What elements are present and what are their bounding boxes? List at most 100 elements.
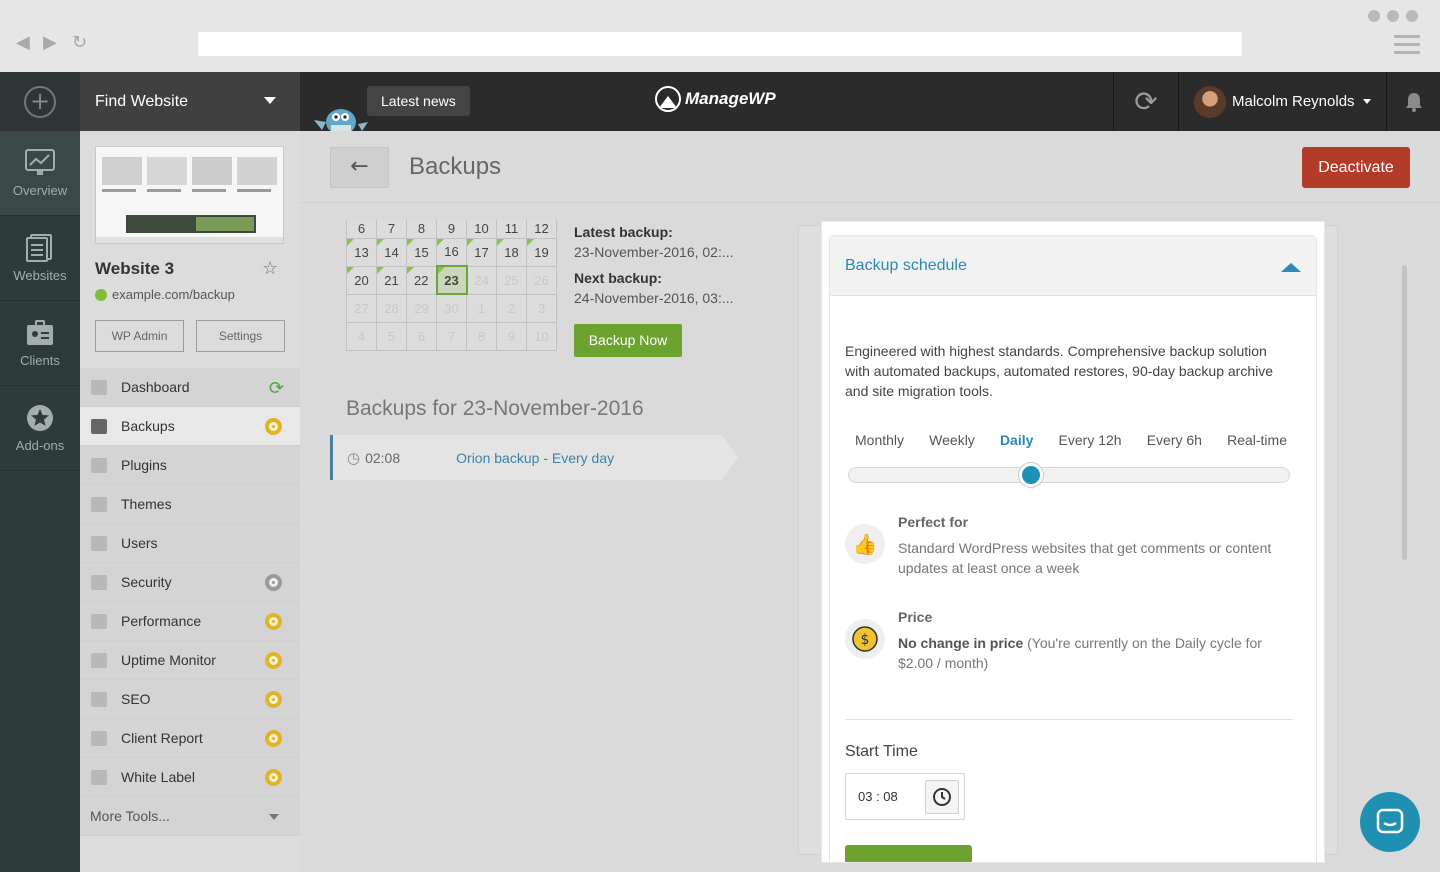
- backup-schedule-header[interactable]: Backup schedule: [830, 236, 1316, 296]
- calendar-day[interactable]: 10: [466, 220, 497, 239]
- site-thumbnail[interactable]: [95, 146, 284, 244]
- calendar-day: 28: [376, 293, 407, 323]
- chevron-down-icon: [269, 814, 279, 820]
- rail-item-overview[interactable]: Overview: [0, 131, 80, 216]
- menu-item-client-report[interactable]: Client Report: [80, 719, 300, 758]
- frequency-option[interactable]: Real-time: [1227, 432, 1287, 448]
- start-time-input[interactable]: 03 : 08: [845, 773, 965, 820]
- calendar-day: 5: [376, 321, 407, 351]
- back-arrow-icon[interactable]: ◀: [16, 32, 30, 53]
- chat-launcher[interactable]: [1360, 792, 1420, 852]
- managewp-logo[interactable]: ManageWP: [655, 86, 776, 112]
- clock-icon[interactable]: [925, 780, 959, 814]
- address-bar[interactable]: [198, 32, 1242, 56]
- calendar-week: 6 7 8 9 10 11 12: [346, 220, 557, 239]
- frequency-option[interactable]: Weekly: [929, 432, 975, 448]
- calendar-day[interactable]: 14: [376, 237, 407, 267]
- calendar-day[interactable]: 16: [436, 237, 467, 267]
- rail-item-label: Overview: [12, 182, 68, 198]
- frequency-option[interactable]: Every 12h: [1059, 432, 1122, 448]
- gear-icon: [265, 574, 282, 591]
- calendar-day: 10: [526, 321, 557, 351]
- menu-item-themes[interactable]: Themes: [80, 485, 300, 524]
- menu-item-users[interactable]: Users: [80, 524, 300, 563]
- scrollbar[interactable]: [1402, 265, 1407, 560]
- backup-list-item[interactable]: ◷ 02:08 Orion backup - Every day: [330, 435, 738, 480]
- clock-icon: ◷: [347, 449, 361, 467]
- id-card-icon: [27, 319, 53, 345]
- calendar-day[interactable]: 11: [496, 220, 527, 239]
- plug-icon: [91, 458, 107, 473]
- next-backup-label: Next backup:: [574, 270, 662, 286]
- menu-item-uptime-monitor[interactable]: Uptime Monitor: [80, 641, 300, 680]
- calendar-day[interactable]: 15: [406, 237, 437, 267]
- frequency-slider[interactable]: [848, 463, 1290, 487]
- gear-icon: [265, 730, 282, 747]
- page-header: ← Backups Deactivate: [300, 131, 1440, 203]
- deactivate-button[interactable]: Deactivate: [1302, 147, 1410, 188]
- calendar-day[interactable]: 18: [496, 237, 527, 267]
- user-menu[interactable]: Malcolm Reynolds: [1194, 72, 1371, 131]
- menu-item-seo[interactable]: SEO: [80, 680, 300, 719]
- rail-item-addons[interactable]: Add-ons: [0, 386, 80, 471]
- rail-item-clients[interactable]: Clients: [0, 301, 80, 386]
- calendar-day: 2: [496, 293, 527, 323]
- schedule-description: Engineered with highest standards. Compr…: [845, 343, 1274, 399]
- favorite-star-icon[interactable]: ☆: [262, 258, 278, 279]
- calendar-day[interactable]: 7: [376, 220, 407, 239]
- back-button[interactable]: ←: [330, 147, 389, 188]
- calendar-week: 27 28 29 30 1 2 3: [346, 293, 557, 323]
- backup-time: 02:08: [365, 449, 401, 466]
- dollar-coin-icon: $: [845, 619, 885, 659]
- latest-backup-value: 23-November-2016, 02:...: [574, 244, 734, 260]
- menu-item-performance[interactable]: Performance: [80, 602, 300, 641]
- add-website-button[interactable]: +: [0, 72, 80, 131]
- site-name: Website 3: [95, 259, 175, 278]
- calendar-day[interactable]: 22: [406, 265, 437, 295]
- menu-item-white-label[interactable]: White Label: [80, 758, 300, 797]
- chevron-up-icon[interactable]: [1281, 263, 1301, 272]
- more-tools-toggle[interactable]: More Tools...: [80, 797, 300, 836]
- slider-handle[interactable]: [1019, 463, 1044, 487]
- calendar-day[interactable]: 23: [435, 265, 468, 295]
- frequency-option[interactable]: Monthly: [855, 432, 904, 448]
- reload-icon[interactable]: ↻: [72, 32, 87, 53]
- rail-item-label: Add-ons: [15, 437, 65, 453]
- latest-backup-label: Latest backup:: [574, 224, 673, 240]
- browser-menu-icon[interactable]: [1394, 35, 1420, 59]
- menu-item-backups[interactable]: Backups: [80, 407, 300, 446]
- menu-item-security[interactable]: Security: [80, 563, 300, 602]
- calendar-day[interactable]: 12: [526, 220, 557, 239]
- page-title: Backups: [409, 153, 502, 180]
- menu-item-dashboard[interactable]: Dashboard ⟳: [80, 368, 300, 407]
- calendar-day[interactable]: 17: [466, 237, 497, 267]
- wp-admin-button[interactable]: WP Admin: [95, 320, 184, 352]
- site-url[interactable]: example.com/backup: [95, 287, 235, 302]
- find-website-dropdown[interactable]: Find Website: [80, 72, 300, 131]
- latest-news-button[interactable]: Latest news: [367, 86, 470, 116]
- forward-arrow-icon[interactable]: ▶: [43, 32, 57, 53]
- monitor-icon: [25, 148, 55, 175]
- calendar-day[interactable]: 19: [526, 237, 557, 267]
- calendar-day: 3: [526, 293, 557, 323]
- calendar-day[interactable]: 21: [376, 265, 407, 295]
- menu-item-plugins[interactable]: Plugins: [80, 446, 300, 485]
- rail-item-websites[interactable]: Websites: [0, 216, 80, 301]
- calendar-day[interactable]: 6: [346, 220, 377, 239]
- notifications-button[interactable]: [1386, 72, 1440, 131]
- calendar-day[interactable]: 9: [436, 220, 467, 239]
- frequency-option[interactable]: Daily: [1000, 432, 1033, 448]
- backup-name-link[interactable]: Orion backup - Every day: [456, 450, 614, 466]
- frequency-option[interactable]: Every 6h: [1147, 432, 1202, 448]
- caret-down-icon: [1362, 99, 1371, 104]
- backup-now-button[interactable]: Backup Now: [574, 324, 682, 357]
- more-tools-label: More Tools...: [90, 808, 170, 824]
- gear-icon: [265, 652, 282, 669]
- calendar-day[interactable]: 13: [346, 237, 377, 267]
- sync-button[interactable]: ⟳: [1113, 72, 1179, 131]
- save-schedule-button[interactable]: [845, 845, 972, 862]
- refresh-icon: ⟳: [268, 378, 284, 398]
- calendar-day[interactable]: 8: [406, 220, 437, 239]
- settings-button[interactable]: Settings: [196, 320, 285, 352]
- calendar-day[interactable]: 20: [346, 265, 377, 295]
